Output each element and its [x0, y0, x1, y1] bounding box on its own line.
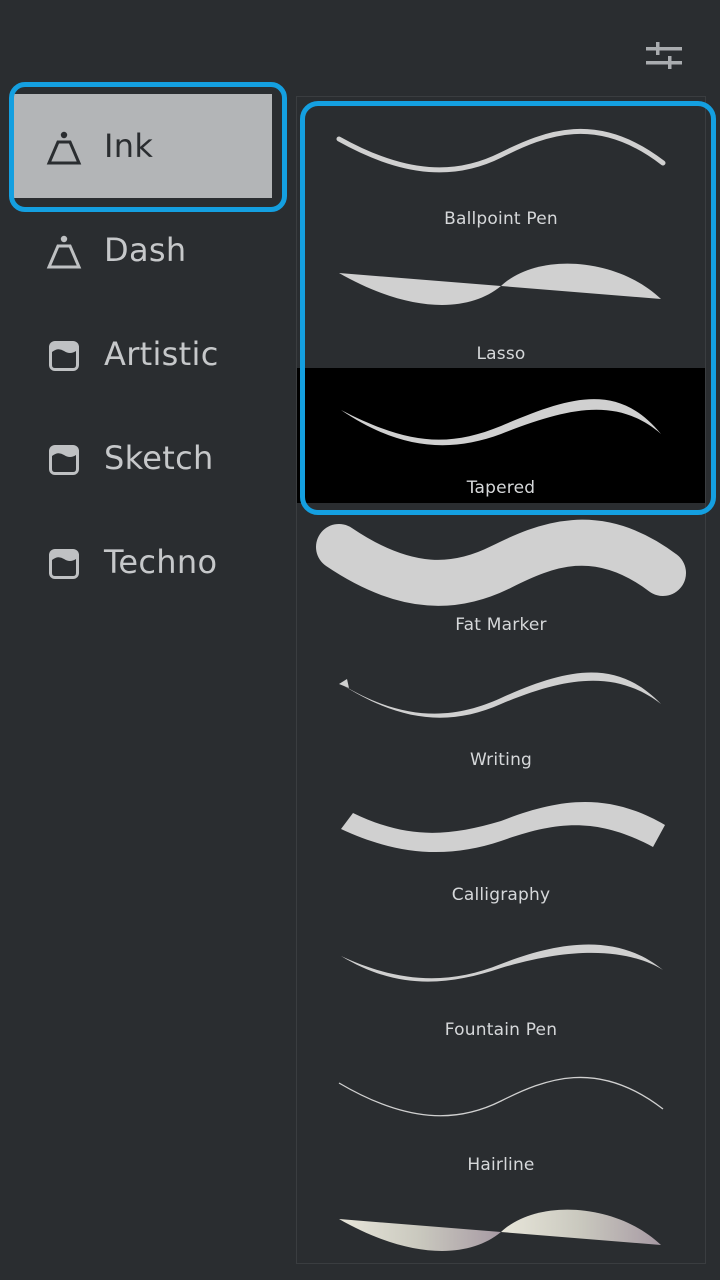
category-label: Ink — [104, 127, 154, 165]
brush-label: Fountain Pen — [444, 1020, 558, 1040]
category-dash[interactable]: Dash — [0, 198, 294, 302]
brush-label: Ballpoint Pen — [444, 209, 558, 229]
ink-bottle-icon — [46, 234, 82, 270]
brush-label: Fat Marker — [455, 615, 547, 635]
category-label: Artistic — [104, 335, 219, 373]
brush-label: Hairline — [467, 1155, 535, 1175]
category-artistic[interactable]: Artistic — [0, 302, 294, 406]
category-sketch[interactable]: Sketch — [0, 406, 294, 510]
paint-jar-icon — [46, 338, 82, 374]
category-label: Techno — [104, 543, 218, 581]
ink-bottle-icon — [46, 130, 82, 166]
sliders-icon[interactable] — [640, 36, 688, 78]
category-list: Ink Dash Artistic Sketch Techno — [0, 94, 294, 614]
brush-label: Calligraphy — [451, 885, 551, 905]
category-label: Sketch — [104, 439, 214, 477]
brush-label: Lasso — [476, 344, 526, 364]
brush-tapered[interactable]: Tapered — [297, 368, 705, 503]
brush-label: Tapered — [466, 478, 536, 498]
brush-gradient[interactable] — [297, 1178, 705, 1263]
paint-jar-icon — [46, 442, 82, 478]
brush-calligraphy[interactable]: Calligraphy — [297, 773, 705, 908]
brush-writing[interactable]: Writing — [297, 638, 705, 773]
brush-hairline[interactable]: Hairline — [297, 1043, 705, 1178]
brush-fountain-pen[interactable]: Fountain Pen — [297, 908, 705, 1043]
brush-label: Writing — [469, 750, 533, 770]
brush-list[interactable]: Ballpoint Pen Lasso Tapered Fat Marker W… — [296, 96, 706, 1264]
category-ink[interactable]: Ink — [14, 94, 272, 198]
brush-picker-screen: Ink Dash Artistic Sketch Techno Ballpoin… — [0, 0, 720, 1280]
brush-fat-marker[interactable]: Fat Marker — [297, 503, 705, 638]
category-label: Dash — [104, 231, 187, 269]
gradient-stroke-preview — [339, 1209, 661, 1251]
category-techno[interactable]: Techno — [0, 510, 294, 614]
paint-jar-icon — [46, 546, 82, 582]
brush-ballpoint-pen[interactable]: Ballpoint Pen — [297, 97, 705, 232]
brush-lasso[interactable]: Lasso — [297, 232, 705, 367]
